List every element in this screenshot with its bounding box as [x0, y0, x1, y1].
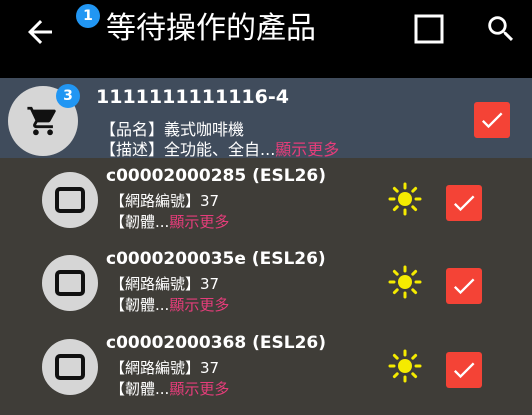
device-network-label: 【網路編號】 — [110, 192, 201, 210]
app-bar: 1 等待操作的產品 — [0, 0, 532, 78]
sun-icon — [388, 265, 422, 299]
esl-tag-icon — [55, 270, 85, 296]
product-show-more-link[interactable]: 顯示更多 — [275, 140, 339, 159]
check-icon — [453, 195, 475, 212]
device-firmware-line: 【韌體...顯示更多 — [110, 211, 229, 232]
product-checkbox[interactable] — [474, 102, 510, 138]
device-firmware-line: 【韌體...顯示更多 — [110, 294, 229, 315]
back-button[interactable] — [22, 14, 58, 50]
device-checkbox[interactable] — [446, 185, 482, 221]
device-network-label: 【網路編號】 — [110, 359, 201, 377]
device-title: c0000200035e (ESL26) — [106, 249, 326, 269]
device-title: c00002000285 (ESL26) — [106, 166, 326, 186]
check-icon — [453, 362, 475, 379]
device-show-more-link[interactable]: 顯示更多 — [169, 213, 229, 231]
device-checkbox[interactable] — [446, 352, 482, 388]
arrow-back-icon — [28, 20, 52, 44]
device-network-value: 37 — [200, 192, 220, 210]
check-icon — [481, 112, 503, 129]
device-checkbox[interactable] — [446, 268, 482, 304]
product-desc-value: 全功能、全自... — [164, 140, 276, 159]
check-icon — [453, 278, 475, 295]
device-row[interactable]: c00002000285 (ESL26) 【網路編號】37 【韌體...顯示更多 — [0, 164, 532, 248]
device-network-line: 【網路編號】37 — [110, 190, 219, 211]
product-desc-line: 【描述】全功能、全自...顯示更多 — [100, 136, 339, 160]
device-firmware-line: 【韌體...顯示更多 — [110, 378, 229, 399]
sun-icon — [388, 349, 422, 383]
device-avatar — [42, 255, 98, 311]
device-network-value: 37 — [200, 359, 220, 377]
select-all-button[interactable] — [414, 14, 444, 44]
esl-tag-icon — [55, 354, 85, 380]
cart-icon — [27, 106, 56, 136]
device-title: c00002000368 (ESL26) — [106, 333, 326, 353]
device-network-value: 37 — [200, 275, 220, 293]
device-network-label: 【網路編號】 — [110, 275, 201, 293]
device-network-line: 【網路編號】37 — [110, 273, 219, 294]
checkbox-outline-icon — [414, 14, 444, 44]
device-firmware-label: 【韌體... — [110, 213, 170, 231]
device-avatar — [42, 172, 98, 228]
device-firmware-label: 【韌體... — [110, 380, 170, 398]
device-row[interactable]: c0000200035e (ESL26) 【網路編號】37 【韌體...顯示更多 — [0, 247, 532, 331]
device-network-line: 【網路編號】37 — [110, 357, 219, 378]
search-icon — [488, 16, 514, 42]
device-avatar — [42, 339, 98, 395]
device-show-more-link[interactable]: 顯示更多 — [169, 296, 229, 314]
notification-badge: 1 — [76, 4, 100, 28]
page-title: 等待操作的產品 — [106, 11, 316, 46]
esl-tag-icon — [55, 187, 85, 213]
sun-icon — [388, 182, 422, 216]
product-count-badge: 3 — [56, 84, 80, 108]
product-desc-label: 【描述】 — [100, 140, 165, 159]
device-row[interactable]: c00002000368 (ESL26) 【網路編號】37 【韌體...顯示更多 — [0, 331, 532, 415]
device-firmware-label: 【韌體... — [110, 296, 170, 314]
device-show-more-link[interactable]: 顯示更多 — [169, 380, 229, 398]
product-title: 1111111111116-4 — [96, 86, 289, 108]
search-button[interactable] — [484, 12, 518, 46]
